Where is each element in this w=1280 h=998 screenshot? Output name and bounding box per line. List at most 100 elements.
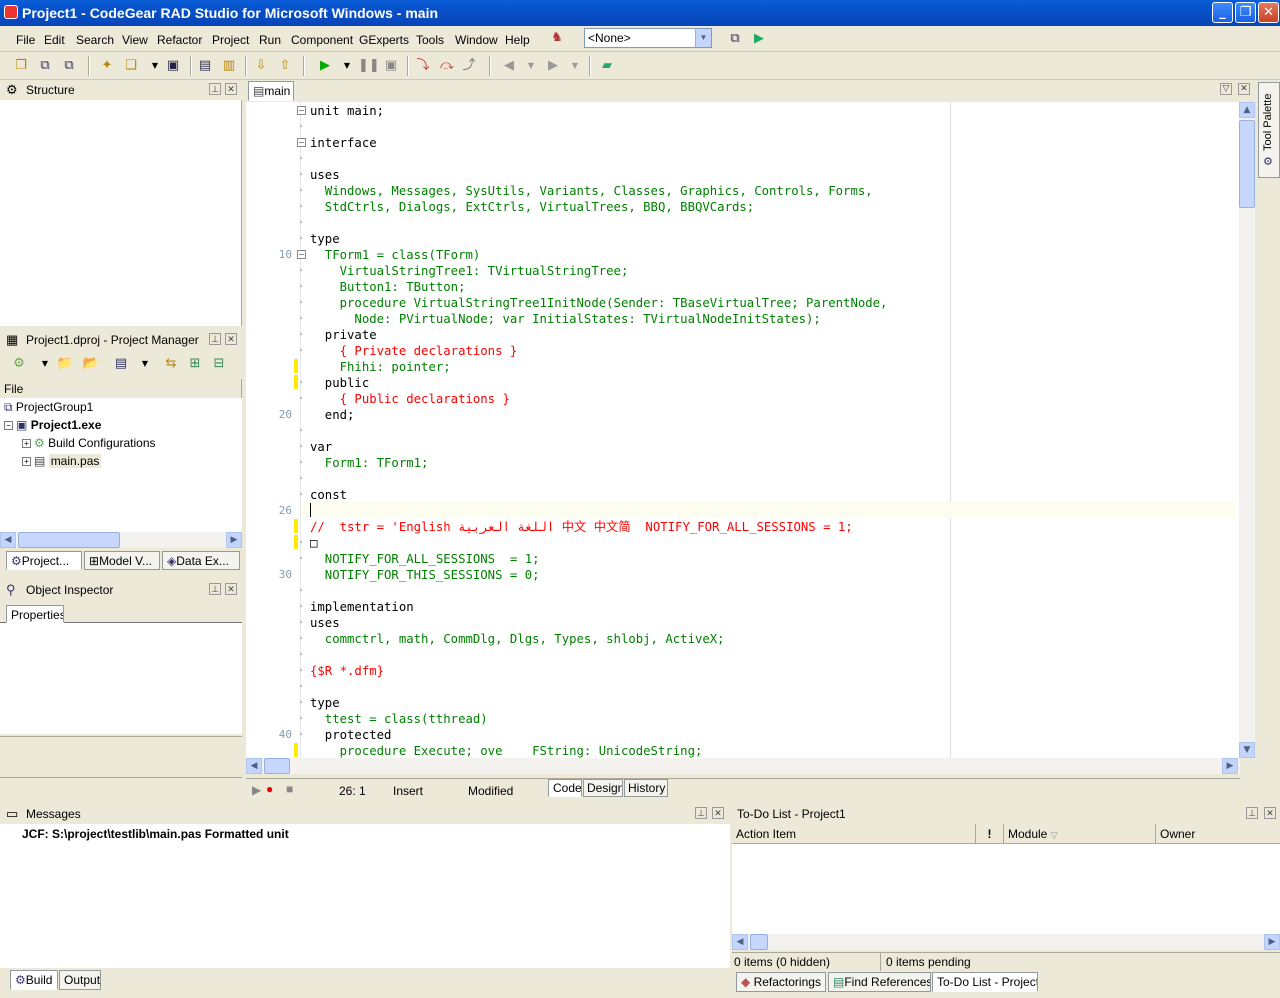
close-icon[interactable]: ✕ <box>712 807 724 819</box>
column-priority[interactable]: ! <box>976 824 1004 844</box>
stop-macro-icon[interactable]: ■ <box>286 782 293 796</box>
set-debug-desktop-icon[interactable]: ▶ <box>750 30 768 48</box>
save-all-icon[interactable]: ⧉ <box>60 57 78 75</box>
menu-component[interactable]: Component <box>291 33 353 47</box>
filter-icon[interactable]: ▽ <box>1051 830 1058 840</box>
project-tree-scrollbar[interactable]: ◀ ▶ <box>0 532 242 548</box>
sync-icon[interactable]: ⇆ <box>162 355 180 373</box>
tab-refactorings[interactable]: ◆ Refactorings <box>736 972 826 992</box>
menu-edit[interactable]: Edit <box>44 33 65 47</box>
menu-help[interactable]: Help <box>505 33 530 47</box>
configuration-combo[interactable]: <None> ▼ <box>584 28 712 48</box>
chevron-down-icon[interactable]: ▽ <box>1220 83 1232 95</box>
editor-horizontal-scrollbar[interactable]: ◀ ▶ <box>246 758 1240 774</box>
collapse-icon[interactable]: − <box>4 421 13 430</box>
tree-item-project1[interactable]: − ▣ Project1.exe <box>4 418 101 432</box>
expand-icon[interactable]: ⊞ <box>186 355 204 373</box>
open-icon[interactable]: ⧉ <box>36 57 54 75</box>
close-icon[interactable]: ✕ <box>225 583 237 595</box>
open-folder-icon[interactable]: 📂 <box>82 355 100 373</box>
tree-item-build-configurations[interactable]: + ⚙ Build Configurations <box>22 436 156 450</box>
fold-icon[interactable]: − <box>297 106 306 115</box>
chevron-down-icon[interactable]: ▼ <box>146 57 164 75</box>
chevron-down-icon[interactable]: ▼ <box>36 355 54 373</box>
expand-icon[interactable]: + <box>22 439 31 448</box>
chevron-down-icon[interactable]: ▼ <box>522 57 540 75</box>
tree-item-projectgroup[interactable]: ⧉ ProjectGroup1 <box>4 400 93 415</box>
close-icon[interactable]: ✕ <box>1264 807 1276 819</box>
tree-item-main-pas[interactable]: + ▤ main.pas <box>22 454 102 468</box>
fold-icon[interactable]: − <box>297 138 306 147</box>
chevron-down-icon[interactable]: ▼ <box>338 57 356 75</box>
expand-icon[interactable]: + <box>22 457 31 466</box>
pause-icon[interactable]: ❚❚ <box>358 57 380 75</box>
desktop-save-icon[interactable]: ⧉ <box>726 30 744 48</box>
pin-icon[interactable]: ⊥ <box>209 583 221 595</box>
editor-vertical-scrollbar[interactable]: ▲ ▼ <box>1239 102 1255 758</box>
view-form-icon[interactable]: ▥ <box>220 57 238 75</box>
new-items-icon[interactable]: ❐ <box>12 57 30 75</box>
menu-search[interactable]: Search <box>76 33 114 47</box>
run-to-cursor-icon[interactable]: ⤴ <box>460 57 478 75</box>
file-column-header[interactable]: File <box>0 379 242 399</box>
menu-window[interactable]: Window <box>455 33 498 47</box>
menu-gexperts[interactable]: GExperts <box>359 33 409 47</box>
tab-code[interactable]: Code <box>548 779 582 797</box>
scroll-thumb[interactable] <box>1239 120 1255 208</box>
tab-properties[interactable]: Properties <box>6 605 64 623</box>
tab-history[interactable]: History <box>624 779 668 797</box>
new-icon[interactable]: ✦ <box>98 57 116 75</box>
column-module[interactable]: Module ▽ <box>1004 824 1156 844</box>
minimize-button[interactable]: _ <box>1212 2 1233 23</box>
chevron-down-icon[interactable]: ▼ <box>566 57 584 75</box>
close-button[interactable]: ✕ <box>1258 2 1279 23</box>
message-line[interactable]: JCF: S:\project\testlib\main.pas Formatt… <box>22 827 289 841</box>
collapse-icon[interactable]: ⊟ <box>210 355 228 373</box>
scroll-left-icon[interactable]: ◀ <box>732 934 748 950</box>
view-unit-icon[interactable]: ▤ <box>196 57 214 75</box>
menu-project[interactable]: Project <box>212 33 249 47</box>
scroll-right-icon[interactable]: ▶ <box>226 532 242 548</box>
trace-into-icon[interactable]: ⤵ <box>414 57 432 75</box>
add-file-icon[interactable]: ⇩ <box>252 57 270 75</box>
menu-run[interactable]: Run <box>259 33 281 47</box>
open-project-icon[interactable]: ❏ <box>122 57 140 75</box>
code-editor[interactable]: 10 20 26 30 40 − − − unit main; interfac… <box>246 102 1240 758</box>
save-icon[interactable]: ▣ <box>164 57 182 75</box>
scroll-thumb[interactable] <box>18 532 120 548</box>
tab-main[interactable]: ▤main <box>248 81 294 101</box>
fold-icon[interactable]: − <box>297 250 306 259</box>
tab-todo-list[interactable]: To-Do List - Project1 <box>932 972 1038 992</box>
tab-model-view[interactable]: ⊞Model V... <box>84 551 160 570</box>
scroll-down-icon[interactable]: ▼ <box>1239 742 1255 758</box>
play-macro-icon[interactable]: ▶ <box>252 783 261 797</box>
scroll-right-icon[interactable]: ▶ <box>1264 934 1280 950</box>
close-icon[interactable]: ✕ <box>1238 83 1250 95</box>
todo-list[interactable] <box>732 844 1280 934</box>
tab-build[interactable]: ⚙Build <box>10 970 58 990</box>
pin-icon[interactable]: ⊥ <box>695 807 707 819</box>
back-arrow-icon[interactable]: ◀ <box>500 57 518 75</box>
tab-data-explorer[interactable]: ◈Data Ex... <box>162 551 240 570</box>
pin-icon[interactable]: ⊥ <box>209 83 221 95</box>
close-icon[interactable]: ✕ <box>225 83 237 95</box>
stop-icon[interactable]: ▣ <box>382 57 400 75</box>
tab-project-manager[interactable]: ⚙Project... <box>6 551 82 570</box>
column-owner[interactable]: Owner <box>1156 824 1280 844</box>
menu-file[interactable]: File <box>16 33 35 47</box>
menu-view[interactable]: View <box>122 33 148 47</box>
tab-output[interactable]: Output <box>59 970 101 990</box>
remove-file-icon[interactable]: ⇧ <box>276 57 294 75</box>
activate-icon[interactable]: ⚙ <box>10 355 28 373</box>
chevron-down-icon[interactable]: ▼ <box>136 355 154 373</box>
scroll-right-icon[interactable]: ▶ <box>1222 758 1238 774</box>
forward-arrow-icon[interactable]: ▶ <box>544 57 562 75</box>
menu-refactor[interactable]: Refactor <box>157 33 202 47</box>
scroll-up-icon[interactable]: ▲ <box>1239 102 1255 118</box>
new-folder-icon[interactable]: 📁 <box>56 355 74 373</box>
pin-icon[interactable]: ⊥ <box>1246 807 1258 819</box>
run-icon[interactable]: ▶ <box>316 57 334 75</box>
helmet-icon[interactable]: ♞ <box>548 29 566 47</box>
scroll-left-icon[interactable]: ◀ <box>246 758 262 774</box>
maximize-button[interactable]: ❐ <box>1235 2 1256 23</box>
